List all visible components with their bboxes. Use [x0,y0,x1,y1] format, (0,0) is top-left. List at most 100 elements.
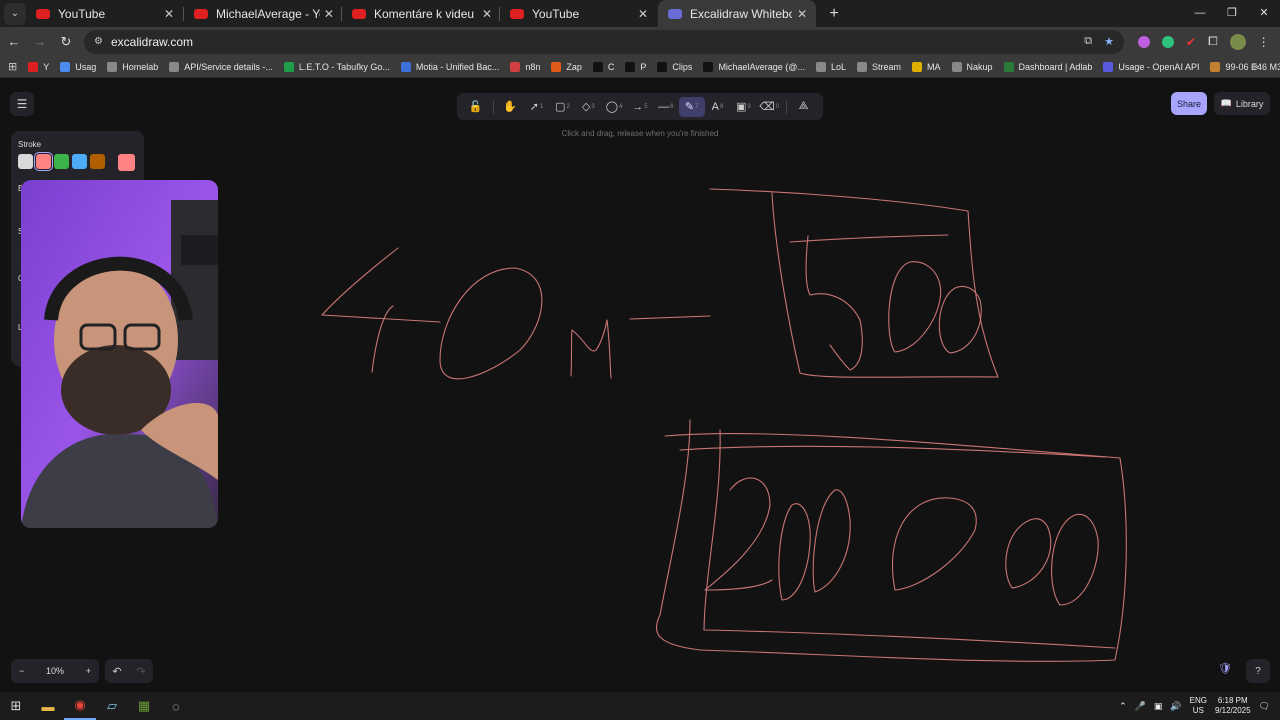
rectangle-tool[interactable]: ▢ 2 [550,97,576,117]
help-button[interactable]: ? [1246,659,1270,683]
bookmark-item[interactable]: Dashboard | Adlab [1003,61,1092,72]
grammarly-icon[interactable] [1162,35,1174,48]
bookmark-item[interactable]: Y [28,61,49,72]
new-tab-button[interactable]: + [822,5,846,23]
app-icon[interactable]: ◌ [160,692,192,720]
browser-tab[interactable]: MichaelAverage - YouTube ✕ [184,0,342,27]
bookmark-item[interactable]: LoL [815,61,846,72]
bookmark-icon [1103,61,1114,72]
bookmark-item[interactable]: 99-06 E46 M3 Floor... [1210,61,1280,72]
browser-tab[interactable]: Komentáre k videu - YouTube S ✕ [342,0,500,27]
rectangle-tool-icon: ▢ [555,101,566,113]
zoom-in-button[interactable]: + [86,666,91,676]
ellipse-tool[interactable]: ◯ 4 [601,97,627,117]
selection-tool[interactable]: ➚ 1 [524,97,550,117]
notifications-icon[interactable]: 🗨 [1259,701,1270,712]
minimize-icon[interactable]: — [1184,0,1216,27]
bookmark-item[interactable]: Zap [551,61,582,72]
browser-tab[interactable]: Excalidraw Whiteboard✕ [658,0,816,27]
stroke-color-swatch[interactable] [90,154,105,169]
extension-icon[interactable] [1138,35,1150,48]
bookmarks-overflow-icon[interactable]: » [1252,61,1258,72]
main-menu-button[interactable]: ☰ [10,92,34,116]
bookmark-item[interactable]: Motia - Unified Bac... [400,61,499,72]
line-tool[interactable]: —6 [653,97,679,117]
tab-close-icon[interactable]: ✕ [324,7,334,21]
close-window-icon[interactable]: ✕ [1248,0,1280,27]
image-tool-icon: ▣ [735,101,747,113]
bookmark-item[interactable]: Usage - OpenAI API [1103,61,1199,72]
file-explorer-icon[interactable]: ▬ [32,692,64,720]
bookmark-item[interactable]: Usag [60,61,96,72]
bookmark-item[interactable]: MichaelAverage (@... [703,61,805,72]
bookmark-item[interactable]: Nakup [951,61,993,72]
reload-button[interactable]: ↻ [54,34,78,50]
diamond-tool[interactable]: ◇ 3 [575,97,601,117]
site-info-icon[interactable]: ⚙ [94,36,103,47]
bookmark-item[interactable]: Clips [657,61,692,72]
clock[interactable]: 6:18 PM 9/12/2025 [1215,696,1251,716]
tab-close-icon[interactable]: ✕ [796,7,808,21]
url-input[interactable]: ⚙ excalidraw.com ⧉ ★ [84,29,1124,54]
stroke-color-swatch[interactable] [18,154,33,169]
windows-taskbar: ⊞ ▬ ◉ ▱ ▦ ◌ ⌃ 🎤 ▣ 🔊 ENG US 6:18 PM 9/12/… [0,692,1280,720]
back-button[interactable]: ← [2,34,26,49]
install-app-icon[interactable]: ⧉ [1084,35,1092,48]
browser-menu-icon[interactable]: ⋮ [1258,35,1270,49]
image-tool[interactable]: ▣ 9 [730,97,756,117]
undo-icon[interactable]: ↶ [112,665,121,678]
tray-overflow-icon[interactable]: ⌃ [1119,701,1127,712]
eraser-tool[interactable]: ⌫ 0 [756,97,782,117]
redo-icon[interactable]: ↷ [136,665,145,678]
tab-favicon-icon [194,8,208,19]
bookmark-item[interactable]: Stream [856,61,901,72]
arrow-tool[interactable]: → 5 [627,97,653,117]
vivaldi-icon[interactable]: ✔ [1186,35,1196,49]
lock-tool[interactable]: 🔓 [463,97,489,117]
bookmark-item[interactable]: Homelab [107,61,158,72]
restore-icon[interactable]: ❐ [1216,0,1248,27]
bookmark-item[interactable]: MA [912,61,941,72]
library-button[interactable]: 📖 Library [1214,92,1270,115]
excalidraw-canvas[interactable]: ☰ 🔓 ✋ ➚ 1 ▢ 2 ◇ 3 ◯ 4 → 5—6 ✎ 7 A 8 ▣ 9 ⌫ 0 ⟁ Click and drag… [0,79,1280,692]
browser-tab[interactable]: YouTube ✕ [26,0,184,27]
volume-icon[interactable]: 🔊 [1170,701,1181,712]
stroke-color-swatch[interactable] [34,152,53,171]
tab-close-icon[interactable]: ✕ [482,7,492,21]
lang-bottom: US [1192,706,1204,715]
bookmark-item[interactable]: P [625,61,646,72]
bookmark-item[interactable]: L.E.T.O - Tabuľky Go... [283,61,390,72]
network-icon[interactable]: ▣ [1154,701,1163,712]
tab-close-icon[interactable]: ✕ [636,7,650,21]
share-button[interactable]: Share [1171,92,1207,115]
encryption-shield-icon[interactable]: 🛡 [1218,662,1232,675]
bookmarks-bar: ⊞ Y Usag Homelab API/Service details -... L.… [0,56,1280,78]
bookmark-item[interactable]: API/Service details -... [169,61,273,72]
apps-grid-icon[interactable]: ⊞ [8,60,17,73]
minecraft-icon[interactable]: ▦ [128,692,160,720]
zoom-level[interactable]: 10% [46,666,64,676]
tab-search-button[interactable]: ⌄ [4,2,26,25]
stroke-color-swatch[interactable] [54,154,69,169]
browser-tab[interactable]: YouTube ✕ [500,0,658,27]
stroke-color-swatch[interactable] [72,154,87,169]
text-tool[interactable]: A8 [705,97,731,117]
forward-button[interactable]: → [28,34,52,49]
current-stroke-swatch[interactable] [118,154,135,171]
zoom-out-button[interactable]: − [19,666,24,676]
more-tools[interactable]: ⟁ [791,97,817,117]
bookmark-star-icon[interactable]: ★ [1104,35,1114,48]
chrome-icon[interactable]: ◉ [64,692,96,720]
microphone-icon[interactable]: 🎤 [1135,701,1146,712]
tab-close-icon[interactable]: ✕ [162,7,176,21]
hand-tool[interactable]: ✋ [498,97,524,117]
stroke-500-0a [888,261,942,353]
bookmark-item[interactable]: n8n [510,61,540,72]
start-icon[interactable]: ⊞ [0,692,32,720]
notepad-icon[interactable]: ▱ [96,692,128,720]
profile-avatar[interactable] [1229,33,1246,50]
extensions-puzzle-icon[interactable]: ⧠ [1208,34,1218,49]
bookmark-item[interactable]: C [592,61,614,72]
draw-tool[interactable]: ✎ 7 [678,96,705,117]
language-indicator[interactable]: ENG US [1190,696,1207,716]
